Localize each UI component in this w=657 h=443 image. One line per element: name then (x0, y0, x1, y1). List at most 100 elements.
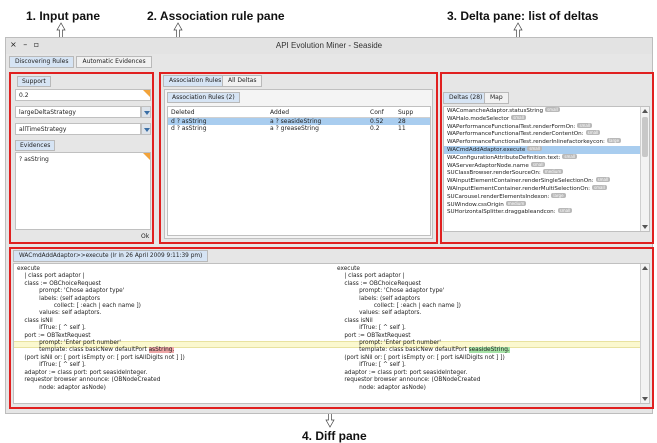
title-bar: × – ▫ API Evolution Miner - Seaside (6, 38, 652, 54)
delta-name: WAInputElementContainer.renderMultiSelec… (447, 185, 591, 192)
scroll-up-icon[interactable] (642, 266, 648, 270)
deleted-token: asString. (148, 347, 175, 354)
tab-map[interactable]: Map (484, 92, 509, 104)
cell-deleted: d ? asString (171, 125, 207, 132)
tab-deltas[interactable]: Deltas (28) (443, 92, 489, 104)
code-text: template: class basicNew defaultPort (17, 347, 149, 354)
code-line: execute (17, 266, 40, 272)
delta-name: SUClassBrowser.renderSourceOn: (447, 170, 541, 177)
size-badge: small (557, 208, 573, 214)
ok-button[interactable]: Ok (141, 233, 149, 240)
support-input[interactable]: 0.2 (15, 89, 151, 101)
resize-corner-icon (143, 153, 150, 160)
code-line-changed: template: class basicNew defaultPort asS… (17, 347, 185, 354)
size-badge: small (511, 114, 526, 120)
size-badge: small (585, 130, 601, 136)
delta-name: WAPerformanceFunctionalTest.renderFormOn… (447, 123, 576, 130)
rules-table: Deleted Added Conf Supp d ? asString a ?… (167, 106, 431, 236)
code-line: class := OBChoiceRequest (17, 280, 101, 287)
code-line: collect: [ :each | each name ]) (17, 303, 141, 310)
tab-association-rules-count[interactable]: Association Rules (2) (167, 92, 240, 103)
code-line: labels: (self adaptors (17, 295, 100, 302)
code-line: port := OBTextRequest (17, 332, 91, 339)
list-item[interactable]: SUWindow.cssOrigin medium (444, 200, 640, 209)
list-item[interactable]: WAInputElementContainer.renderMultiSelec… (444, 184, 640, 193)
code-line: prompt: 'Enter port number' (337, 340, 441, 347)
code-line: port := OBTextRequest (337, 332, 411, 339)
code-line: ifTrue: [ ^ self ]. (337, 325, 406, 332)
list-item[interactable]: WAPerformanceFunctionalTest.renderConten… (444, 130, 640, 138)
code-line: node: adaptor asNode) (337, 384, 426, 391)
list-item[interactable]: WAComancheAdaptor.statusString small (444, 107, 640, 115)
column-header-supp[interactable]: Supp (398, 109, 413, 116)
table-row[interactable]: d ? asString a ? seasideString 0.52 28 (168, 118, 430, 125)
diff-left-code: execute | class port adaptor | class := … (17, 266, 185, 392)
code-line: execute (337, 266, 360, 272)
code-line: values: self adaptors. (17, 310, 102, 317)
column-header-deleted[interactable]: Deleted (171, 109, 195, 116)
code-line: prompt: 'Chose adaptor type' (337, 288, 445, 295)
tab-discovering-rules[interactable]: Discovering Rules (9, 56, 75, 68)
size-badge: small (527, 145, 542, 151)
delta-list: WAComancheAdaptor.statusString small WAHa… (443, 106, 650, 232)
table-row[interactable]: d ? asString a ? greaseString 0.2 11 (168, 125, 430, 132)
list-item[interactable]: WAHalo.modeSelector small (444, 114, 640, 123)
list-item[interactable]: SUHorizontalSplitter.draggableandcon: sma… (444, 208, 640, 216)
code-line: ifTrue: [ ^ self ]. (337, 362, 406, 369)
code-line: adaptor := class port: port seasideInteg… (337, 369, 468, 376)
code-text: template: class basicNew defaultPort (337, 347, 469, 354)
added-token: seasideString. (468, 347, 510, 354)
delta-name: WAConfigurationAttributeDefinition.text: (447, 154, 561, 161)
list-item[interactable]: WAPerformanceFunctionalTest.renderInline… (444, 138, 640, 146)
code-line: requestor browser announce: (OBNodeCreat… (17, 377, 161, 384)
strategy-select-2[interactable]: allTimeStrategy (15, 123, 141, 135)
delta-items: WAComancheAdaptor.statusString small WAHa… (444, 107, 640, 216)
delta-name: WAPerformanceFunctionalTest.renderInline… (447, 139, 605, 146)
scroll-up-icon[interactable] (642, 109, 648, 113)
delta-name: WAComancheAdaptor.statusString (447, 108, 544, 114)
code-line: adaptor := class port: port seasideInteg… (17, 369, 148, 376)
delta-name: WAHalo.modeSelector (447, 115, 510, 122)
chevron-down-icon[interactable] (141, 106, 151, 118)
cell-added: a ? greaseString (270, 125, 319, 132)
tab-all-deltas[interactable]: All Deltas (222, 75, 263, 87)
column-header-conf[interactable]: Conf (370, 109, 384, 116)
code-line: (port isNil or: [ port isEmpty or: [ por… (337, 354, 505, 361)
list-item[interactable]: WAInputElementContainer.renderSingleSele… (444, 177, 640, 185)
code-line: prompt: 'Chose adaptor type' (17, 288, 125, 295)
column-header-added[interactable]: Added (270, 109, 289, 116)
scroll-down-icon[interactable] (642, 397, 648, 401)
diff-scrollbar[interactable] (640, 264, 649, 403)
size-badge: large (606, 138, 622, 144)
scroll-thumb[interactable] (642, 117, 648, 157)
diff-editor: execute | class port adaptor | class := … (13, 263, 650, 404)
evidences-list[interactable]: ? asString (15, 152, 151, 230)
scroll-down-icon[interactable] (642, 225, 648, 229)
tab-evidences[interactable]: Evidences (15, 140, 56, 151)
chevron-down-icon[interactable] (141, 123, 151, 135)
callout-diff-pane: 4. Diff pane (302, 429, 367, 443)
list-item[interactable]: SUCarousel.renderElementsIndexon: large (444, 192, 640, 201)
resize-corner-icon (143, 90, 150, 97)
code-line: prompt: 'Enter port number' (17, 340, 121, 347)
code-line: ifTrue: [ ^ self ]. (17, 325, 86, 332)
code-line: ifTrue: [ ^ self ]. (17, 362, 86, 369)
tab-support[interactable]: Support (17, 76, 51, 87)
code-line: | class port adaptor | (17, 273, 85, 280)
size-badge: large (551, 192, 566, 198)
list-item[interactable]: WAConfigurationAttributeDefinition.text:… (444, 153, 640, 162)
delta-scrollbar[interactable] (640, 107, 649, 231)
strategy-select-1[interactable]: largeDeltaStrategy (15, 106, 141, 118)
list-item-selected[interactable]: WACmdAddAdaptor.execute small (444, 145, 640, 154)
list-item[interactable]: WAPerformanceFunctionalTest.renderFormOn… (444, 122, 640, 131)
tab-automatic-evidences[interactable]: Automatic Evidences (76, 56, 152, 68)
code-line: labels: (self adaptors (337, 295, 420, 302)
evidence-item[interactable]: ? asString (19, 156, 49, 163)
code-line: class isNil (337, 317, 373, 324)
delta-name: WAServerAdaptorNode.name (447, 162, 529, 169)
list-item[interactable]: WAServerAdaptorNode.name small (444, 161, 640, 170)
cell-supp: 28 (398, 118, 406, 125)
tab-diff-method[interactable]: WACmdAddAdaptor>>execute (lr in 26 April… (13, 250, 209, 262)
tab-association-rules[interactable]: Association Rules (163, 75, 228, 87)
list-item[interactable]: SUClassBrowser.renderSourceOn: medium (444, 169, 640, 177)
